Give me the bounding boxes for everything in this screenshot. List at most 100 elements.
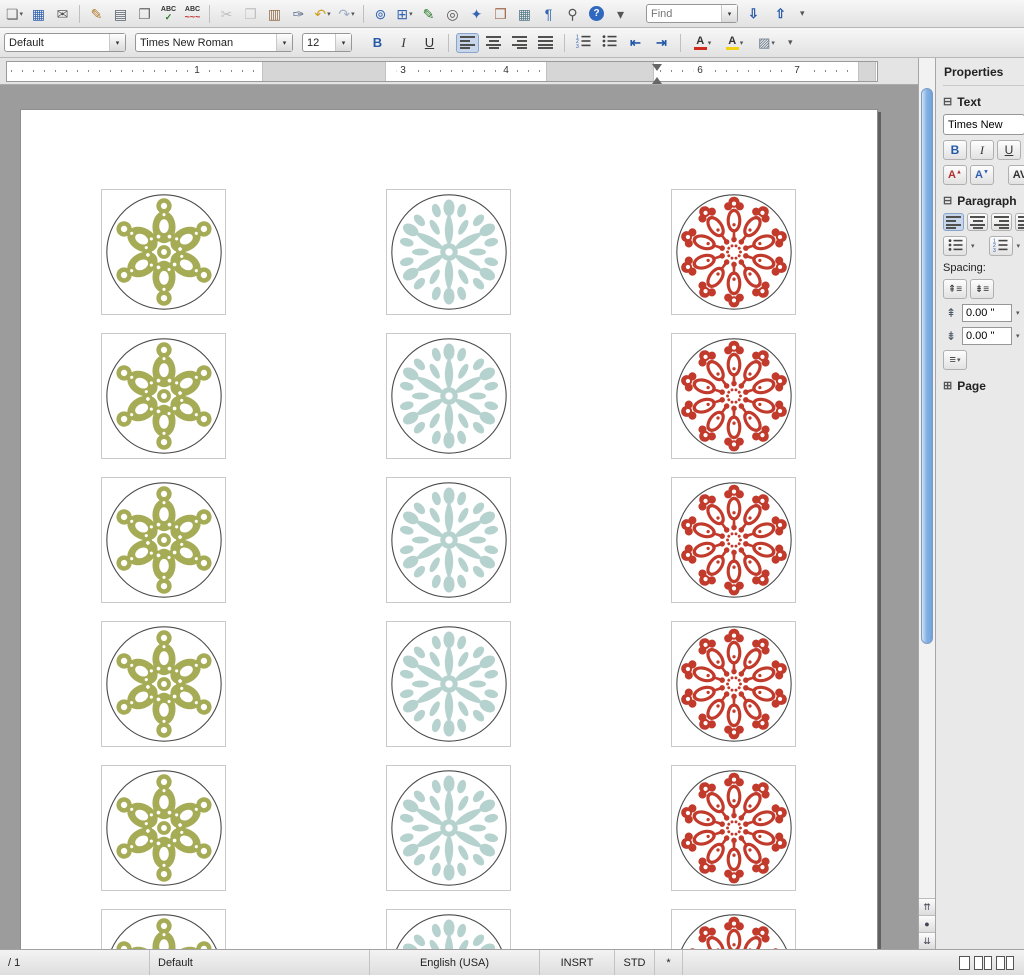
undo-button[interactable]: ↶▾	[311, 3, 334, 25]
scrollbar-thumb[interactable]	[921, 88, 933, 644]
book-view-button[interactable]	[996, 956, 1014, 970]
font-size-dropdown-icon[interactable]: ▾	[335, 34, 351, 51]
nonprinting-characters-button[interactable]: ¶	[537, 3, 560, 25]
sidebar-align-center-button[interactable]	[967, 213, 988, 231]
toolbar-options-button[interactable]: ▾	[609, 3, 632, 25]
ornament-teal-snowflake-row-1[interactable]	[386, 189, 511, 315]
expand-section-icon[interactable]: ⊞	[943, 381, 952, 392]
sidebar-align-left-button[interactable]	[943, 213, 964, 231]
paragraph-style-input[interactable]	[5, 37, 109, 49]
insert-mode-indicator[interactable]: INSRT	[540, 950, 615, 975]
new-document-dropdown-icon[interactable]: ▾	[20, 10, 24, 18]
underline-button[interactable]: U	[418, 33, 441, 53]
sidebar-underline-button[interactable]: U	[997, 140, 1021, 160]
help-button[interactable]: ?	[585, 3, 608, 25]
draw-functions-button[interactable]: ✎	[417, 3, 440, 25]
edit-file-button[interactable]: ✎	[85, 3, 108, 25]
find-input[interactable]	[647, 8, 721, 20]
highlighting-dropdown-icon[interactable]: ▾	[740, 39, 744, 47]
ornament-olive-ornament-row-2[interactable]	[101, 333, 226, 459]
ornament-teal-snowflake-row-2[interactable]	[386, 333, 511, 459]
format-paintbrush-button[interactable]: ✑	[287, 3, 310, 25]
ornament-teal-snowflake-row-4[interactable]	[386, 621, 511, 747]
sidebar-align-justify-button[interactable]	[1015, 213, 1024, 231]
table-dropdown-icon[interactable]: ▾	[409, 10, 413, 18]
align-right-button[interactable]	[508, 33, 531, 53]
collapse-section-icon[interactable]: ⊟	[943, 196, 952, 207]
sidebar-font-name-input[interactable]	[944, 119, 1024, 131]
horizontal-ruler[interactable]: 13467	[0, 58, 918, 85]
save-button[interactable]: ▦	[27, 3, 50, 25]
page-style-indicator[interactable]: Default	[150, 950, 370, 975]
email-document-button[interactable]: ✉	[51, 3, 74, 25]
shrink-font-button[interactable]: A▼	[970, 165, 994, 185]
bullets-button[interactable]	[598, 33, 621, 53]
increase-spacing-button[interactable]: ⇞≡	[943, 279, 967, 299]
font-name-dropdown-icon[interactable]: ▾	[276, 34, 292, 51]
multi-page-view-button[interactable]	[974, 956, 992, 970]
redo-button[interactable]: ↷▾	[335, 3, 358, 25]
page-number-indicator[interactable]: / 1	[0, 950, 150, 975]
font-size-input[interactable]	[303, 37, 335, 49]
sidebar-align-right-button[interactable]	[991, 213, 1012, 231]
line-spacing-button[interactable]: ≡▾	[943, 350, 967, 370]
font-color-button[interactable]: A ▾	[688, 33, 717, 53]
ornament-olive-ornament-row-3[interactable]	[101, 477, 226, 603]
selection-mode-indicator[interactable]: STD	[615, 950, 655, 975]
background-color-button[interactable]: ▨ ▾	[752, 33, 781, 53]
line-spacing-dropdown-icon[interactable]: ▾	[957, 356, 961, 364]
increase-indent-button[interactable]: ⇥	[650, 33, 673, 53]
hyperlink-button[interactable]: ⊚	[369, 3, 392, 25]
ruler-indent-marker[interactable]	[652, 64, 662, 76]
above-spacing-spinner-icon[interactable]: ▾	[1016, 309, 1020, 317]
ornament-olive-ornament-row-5[interactable]	[101, 765, 226, 891]
paragraph-style-dropdown-icon[interactable]: ▾	[109, 34, 125, 51]
align-center-button[interactable]	[482, 33, 505, 53]
find-history-dropdown-icon[interactable]: ▾	[721, 5, 737, 22]
decrease-spacing-button[interactable]: ⇟≡	[970, 279, 994, 299]
previous-page-button[interactable]: ⇈	[919, 898, 935, 915]
below-spacing-spinner-icon[interactable]: ▾	[1016, 332, 1020, 340]
redo-dropdown-icon[interactable]: ▾	[351, 10, 355, 18]
character-spacing-button[interactable]: AV	[1008, 165, 1024, 185]
data-sources-button[interactable]: ▦	[513, 3, 536, 25]
find-replace-button[interactable]: ◎	[441, 3, 464, 25]
vertical-scrollbar[interactable]: ⇈ ● ⇊	[918, 58, 936, 949]
ornament-red-medallion-row-3[interactable]	[671, 477, 796, 603]
paste-button[interactable]: ▥	[263, 3, 286, 25]
ornament-olive-ornament-row-1[interactable]	[101, 189, 226, 315]
background-color-dropdown-icon[interactable]: ▾	[771, 39, 775, 47]
navigator-button[interactable]: ✦	[465, 3, 488, 25]
print-button[interactable]: ▤	[109, 3, 132, 25]
gallery-button[interactable]: ❒	[489, 3, 512, 25]
next-page-button[interactable]: ⇊	[919, 932, 935, 949]
ruler-strip[interactable]: 13467	[6, 61, 878, 82]
above-paragraph-spacing-input[interactable]	[962, 304, 1012, 322]
table-button[interactable]: ⊞▾	[393, 3, 416, 25]
ornament-teal-snowflake-row-6[interactable]	[386, 909, 511, 949]
ornament-red-medallion-row-1[interactable]	[671, 189, 796, 315]
ornament-red-medallion-row-5[interactable]	[671, 765, 796, 891]
ornament-red-medallion-row-4[interactable]	[671, 621, 796, 747]
navigation-browse-button[interactable]: ●	[919, 915, 935, 932]
font-name-input[interactable]	[136, 37, 276, 49]
undo-dropdown-icon[interactable]: ▾	[327, 10, 331, 18]
sidebar-bullets-dropdown-icon[interactable]: ▾	[971, 242, 975, 250]
auto-spellcheck-button[interactable]: ABC~~~	[181, 3, 204, 25]
ornament-teal-snowflake-row-5[interactable]	[386, 765, 511, 891]
font-color-dropdown-icon[interactable]: ▾	[708, 39, 712, 47]
new-document-button[interactable]: ❏▾	[3, 3, 26, 25]
formatting-toolbar-options-icon[interactable]: ▾	[784, 37, 797, 48]
document-canvas[interactable]	[0, 85, 918, 949]
sidebar-numbering-dropdown-icon[interactable]: ▾	[1017, 242, 1021, 250]
ornament-red-medallion-row-6[interactable]	[671, 909, 796, 949]
collapse-section-icon[interactable]: ⊟	[943, 97, 952, 108]
highlighting-button[interactable]: A ▾	[720, 33, 749, 53]
bold-button[interactable]: B	[366, 33, 389, 53]
align-left-button[interactable]	[456, 33, 479, 53]
sidebar-bold-button[interactable]: B	[943, 140, 967, 160]
find-previous-button[interactable]: ⇧	[769, 3, 792, 25]
ornament-teal-snowflake-row-3[interactable]	[386, 477, 511, 603]
document-page[interactable]	[20, 109, 878, 949]
decrease-indent-button[interactable]: ⇤	[624, 33, 647, 53]
